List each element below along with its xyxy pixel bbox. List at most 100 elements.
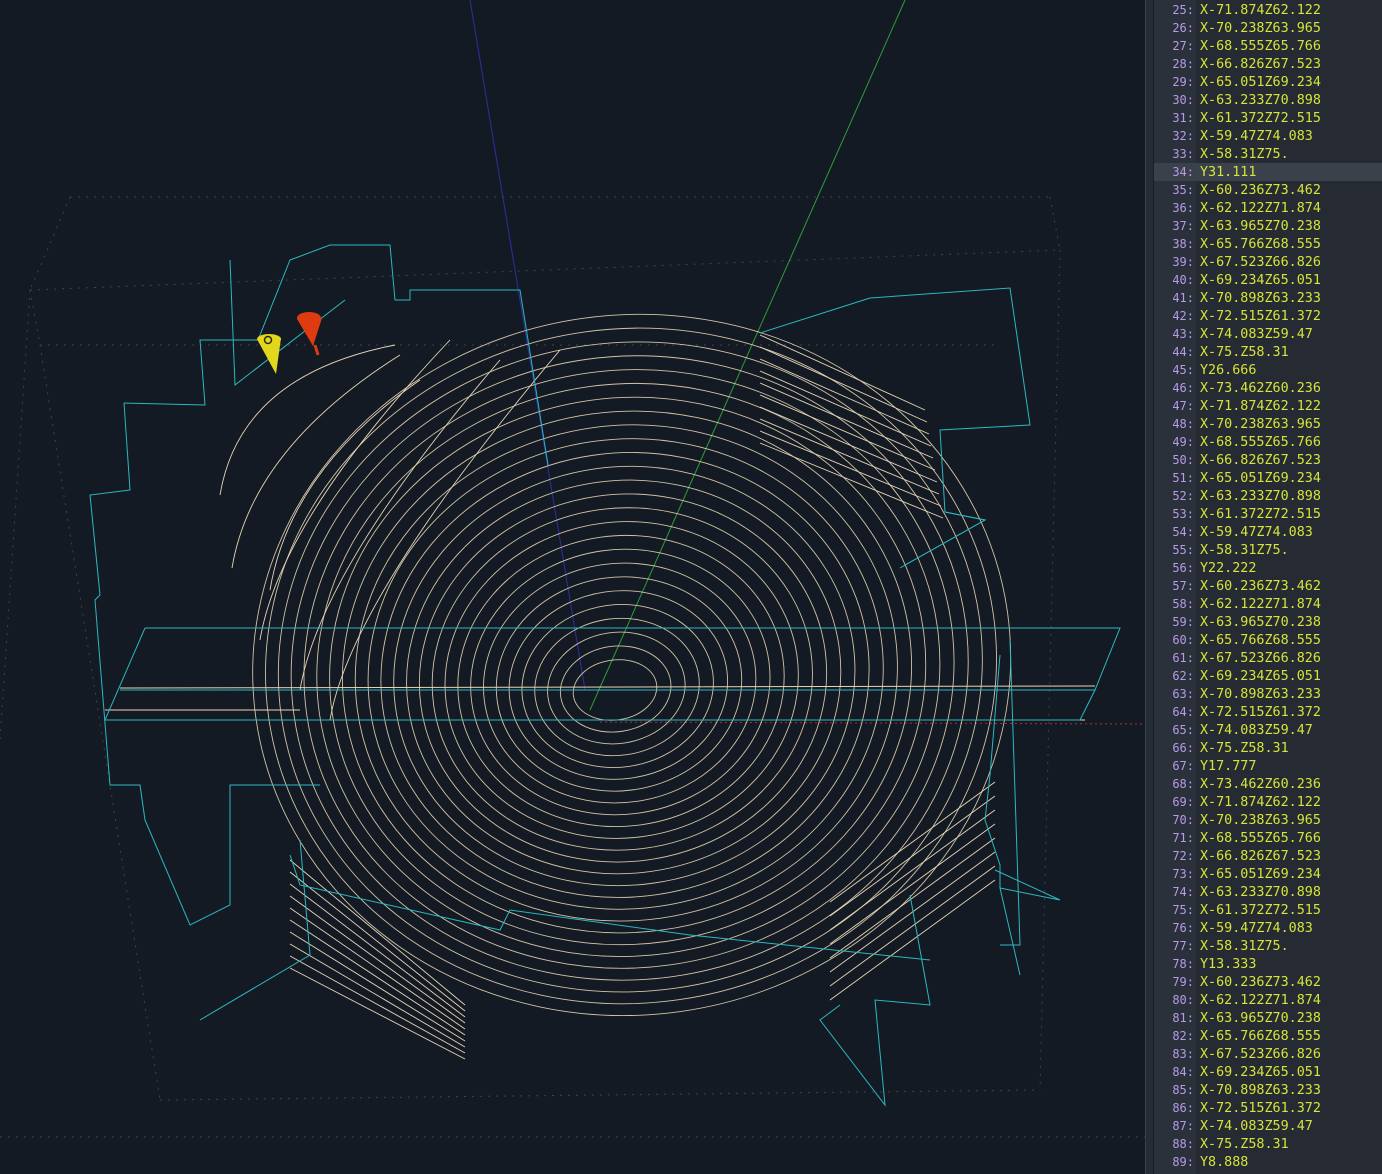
gcode-text: X-62.122Z71.874	[1200, 201, 1321, 216]
toolpath-3d-viewport[interactable]	[0, 0, 1145, 1174]
gcode-line[interactable]: 61: X-67.523Z66.826	[1154, 649, 1382, 667]
gcode-line[interactable]: 88: X-75.Z58.31	[1154, 1135, 1382, 1153]
gcode-text: X-62.122Z71.874	[1200, 993, 1321, 1008]
line-number: 81:	[1172, 1011, 1194, 1025]
gcode-text: X-61.372Z72.515	[1200, 903, 1321, 918]
gcode-line[interactable]: 67: Y17.777	[1154, 757, 1382, 775]
gcode-line[interactable]: 26: X-70.238Z63.965	[1154, 19, 1382, 37]
gcode-text: X-60.236Z73.462	[1200, 183, 1321, 198]
gcode-line[interactable]: 87: X-74.083Z59.47	[1154, 1117, 1382, 1135]
gcode-line[interactable]: 86: X-72.515Z61.372	[1154, 1099, 1382, 1117]
toolpath-hatch	[759, 346, 928, 423]
gcode-line[interactable]: 65: X-74.083Z59.47	[1154, 721, 1382, 739]
gcode-line[interactable]: 42: X-72.515Z61.372	[1154, 307, 1382, 325]
line-number: 33:	[1172, 147, 1194, 161]
toolpath-arc	[231, 354, 401, 569]
line-number: 79:	[1172, 975, 1194, 989]
gcode-line[interactable]: 70: X-70.238Z63.965	[1154, 811, 1382, 829]
gcode-text: X-70.898Z63.233	[1200, 291, 1321, 306]
gcode-line[interactable]: 69: X-71.874Z62.122	[1154, 793, 1382, 811]
gcode-line[interactable]: 59: X-63.965Z70.238	[1154, 613, 1382, 631]
gcode-text: X-63.233Z70.898	[1200, 93, 1321, 108]
gcode-text: X-58.31Z75.	[1200, 147, 1289, 162]
gcode-text: Y31.111	[1200, 165, 1257, 180]
gcode-line[interactable]: 74: X-63.233Z70.898	[1154, 883, 1382, 901]
gcode-line[interactable]: 51: X-65.051Z69.234	[1154, 469, 1382, 487]
gcode-line[interactable]: 39: X-67.523Z66.826	[1154, 253, 1382, 271]
gcode-line[interactable]: 25: X-71.874Z62.122	[1154, 1, 1382, 19]
gcode-line[interactable]: 46: X-73.462Z60.236	[1154, 379, 1382, 397]
gcode-editor[interactable]: 25: X-71.874Z62.122 26: X-70.238Z63.965 27: X…	[1154, 0, 1382, 1174]
gcode-line[interactable]: 78: Y13.333	[1154, 955, 1382, 973]
line-number: 78:	[1172, 957, 1194, 971]
gcode-text: X-63.233Z70.898	[1200, 489, 1321, 504]
bounds-edge	[29, 196, 71, 291]
gcode-text: X-69.234Z65.051	[1200, 1065, 1321, 1080]
gcode-line[interactable]: 53: X-61.372Z72.515	[1154, 505, 1382, 523]
gcode-line[interactable]: 75: X-61.372Z72.515	[1154, 901, 1382, 919]
gcode-line[interactable]: 48: X-70.238Z63.965	[1154, 415, 1382, 433]
rapid-move	[123, 244, 549, 466]
gcode-line[interactable]: 44: X-75.Z58.31	[1154, 343, 1382, 361]
toolpath-arc	[259, 339, 451, 641]
gcode-line[interactable]: 41: X-70.898Z63.233	[1154, 289, 1382, 307]
gcode-line[interactable]: 27: X-68.555Z65.766	[1154, 37, 1382, 55]
gcode-line[interactable]: 60: X-65.766Z68.555	[1154, 631, 1382, 649]
toolpath-hatch	[289, 931, 466, 1042]
gcode-line[interactable]: 37: X-63.965Z70.238	[1154, 217, 1382, 235]
gcode-line[interactable]: 49: X-68.555Z65.766	[1154, 433, 1382, 451]
gcode-line[interactable]: 80: X-62.122Z71.874	[1154, 991, 1382, 1009]
gcode-line[interactable]: 32: X-59.47Z74.083	[1154, 127, 1382, 145]
gcode-line[interactable]: 45: Y26.666	[1154, 361, 1382, 379]
gcode-line[interactable]: 76: X-59.47Z74.083	[1154, 919, 1382, 937]
gcode-line[interactable]: 72: X-66.826Z67.523	[1154, 847, 1382, 865]
gcode-line[interactable]: 52: X-63.233Z70.898	[1154, 487, 1382, 505]
line-number: 40:	[1172, 273, 1194, 287]
gcode-line[interactable]: 56: Y22.222	[1154, 559, 1382, 577]
gcode-text: Y8.888	[1200, 1155, 1249, 1170]
gcode-line[interactable]: 71: X-68.555Z65.766	[1154, 829, 1382, 847]
gcode-line[interactable]: 29: X-65.051Z69.234	[1154, 73, 1382, 91]
gcode-line[interactable]: 62: X-69.234Z65.051	[1154, 667, 1382, 685]
toolpath-ring	[406, 479, 842, 875]
gcode-line[interactable]: 68: X-73.462Z60.236	[1154, 775, 1382, 793]
gcode-line[interactable]: 38: X-65.766Z68.555	[1154, 235, 1382, 253]
gcode-line[interactable]: 36: X-62.122Z71.874	[1154, 199, 1382, 217]
gcode-line[interactable]: 57: X-60.236Z73.462	[1154, 577, 1382, 595]
gcode-line[interactable]: 77: X-58.31Z75.	[1154, 937, 1382, 955]
gcode-line[interactable]: 64: X-72.515Z61.372	[1154, 703, 1382, 721]
toolpath-preview-canvas[interactable]	[0, 0, 1145, 1174]
gcode-line[interactable]: 28: X-66.826Z67.523	[1154, 55, 1382, 73]
panel-splitter[interactable]	[1145, 0, 1154, 1174]
toolpath-hatch	[289, 883, 466, 1018]
gcode-line[interactable]: 47: X-71.874Z62.122	[1154, 397, 1382, 415]
gcode-text: X-58.31Z75.	[1200, 939, 1289, 954]
gcode-line[interactable]: 84: X-69.234Z65.051	[1154, 1063, 1382, 1081]
gcode-line[interactable]: 35: X-60.236Z73.462	[1154, 181, 1382, 199]
gcode-line[interactable]: 54: X-59.47Z74.083	[1154, 523, 1382, 541]
gcode-line[interactable]: 50: X-66.826Z67.523	[1154, 451, 1382, 469]
gcode-line[interactable]: 85: X-70.898Z63.233	[1154, 1081, 1382, 1099]
line-number: 35:	[1172, 183, 1194, 197]
gcode-line[interactable]: 63: X-70.898Z63.233	[1154, 685, 1382, 703]
gcode-line-current[interactable]: 34: Y31.111	[1154, 163, 1382, 181]
toolpath-feed-moves	[105, 313, 1096, 1060]
gcode-line[interactable]: 81: X-63.965Z70.238	[1154, 1009, 1382, 1027]
gcode-line[interactable]: 33: X-58.31Z75.	[1154, 145, 1382, 163]
gcode-line[interactable]: 66: X-75.Z58.31	[1154, 739, 1382, 757]
gcode-line[interactable]: 55: X-58.31Z75.	[1154, 541, 1382, 559]
gcode-line[interactable]: 30: X-63.233Z70.898	[1154, 91, 1382, 109]
gcode-line[interactable]: 40: X-69.234Z65.051	[1154, 271, 1382, 289]
gcode-line[interactable]: 82: X-65.766Z68.555	[1154, 1027, 1382, 1045]
line-number: 88:	[1172, 1137, 1194, 1151]
gcode-text: X-71.874Z62.122	[1200, 3, 1321, 18]
gcode-line[interactable]: 43: X-74.083Z59.47	[1154, 325, 1382, 343]
gcode-line[interactable]: 31: X-61.372Z72.515	[1154, 109, 1382, 127]
line-number: 60:	[1172, 633, 1194, 647]
gcode-line[interactable]: 58: X-62.122Z71.874	[1154, 595, 1382, 613]
gcode-line[interactable]: 83: X-67.523Z66.826	[1154, 1045, 1382, 1063]
gcode-text: X-65.051Z69.234	[1200, 867, 1321, 882]
gcode-line[interactable]: 73: X-65.051Z69.234	[1154, 865, 1382, 883]
gcode-line[interactable]: 89: Y8.888	[1154, 1153, 1382, 1171]
gcode-line[interactable]: 79: X-60.236Z73.462	[1154, 973, 1382, 991]
